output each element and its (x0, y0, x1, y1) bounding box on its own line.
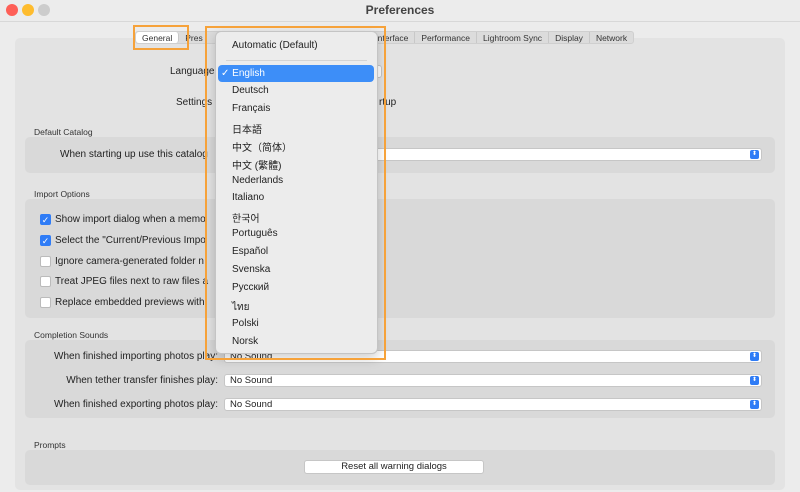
tab-lightroom-sync[interactable]: Lightroom Sync (477, 32, 550, 43)
default-catalog-heading: Default Catalog (34, 127, 93, 137)
completion-sounds-heading: Completion Sounds (34, 330, 109, 340)
export-sound-select[interactable]: No Sound ⬍ (224, 398, 762, 411)
import-options-list: ✓ Show import dialog when a memo ✓ Select … (40, 209, 208, 312)
select-value: No Sound (230, 399, 273, 410)
stepper-icon: ⬍ (750, 352, 759, 361)
checkbox[interactable] (40, 296, 51, 308)
checkbox[interactable]: ✓ (40, 214, 51, 225)
import-sound-label: When finished importing photos play: (54, 351, 218, 362)
tab-performance[interactable]: Performance (415, 32, 477, 43)
checkbox[interactable]: ✓ (40, 235, 51, 246)
checkbox-label: Replace embedded previews with (55, 296, 205, 308)
select-value: No Sound (230, 375, 273, 386)
tether-sound-label: When tether transfer finishes play: (66, 375, 218, 386)
checkbox[interactable] (40, 276, 51, 287)
checkbox-label: Treat JPEG files next to raw files a (55, 276, 209, 287)
checkbox[interactable] (40, 255, 51, 267)
stepper-icon: ⬍ (750, 400, 759, 409)
checkbox-label: Ignore camera-generated folder n (55, 255, 204, 267)
export-sound-label: When finished exporting photos play: (54, 399, 218, 410)
window-title: Preferences (365, 3, 435, 17)
tether-sound-select[interactable]: No Sound ⬍ (224, 374, 762, 387)
import-options-heading: Import Options (34, 189, 90, 199)
checkbox-label: Show import dialog when a memo (55, 214, 206, 225)
checkbox-label: Select the "Current/Previous Impo (55, 235, 206, 246)
prompts-heading: Prompts (34, 440, 66, 450)
default-catalog-label: When starting up use this catalog (60, 149, 208, 160)
stepper-icon: ⬍ (750, 376, 759, 385)
highlight-general-tab (133, 25, 189, 50)
highlight-language-menu (205, 26, 386, 360)
reset-warning-dialogs-button[interactable]: Reset all warning dialogs (304, 460, 484, 474)
tab-network[interactable]: Network (590, 32, 633, 43)
stepper-icon: ⬍ (750, 150, 759, 159)
tab-display[interactable]: Display (549, 32, 590, 43)
